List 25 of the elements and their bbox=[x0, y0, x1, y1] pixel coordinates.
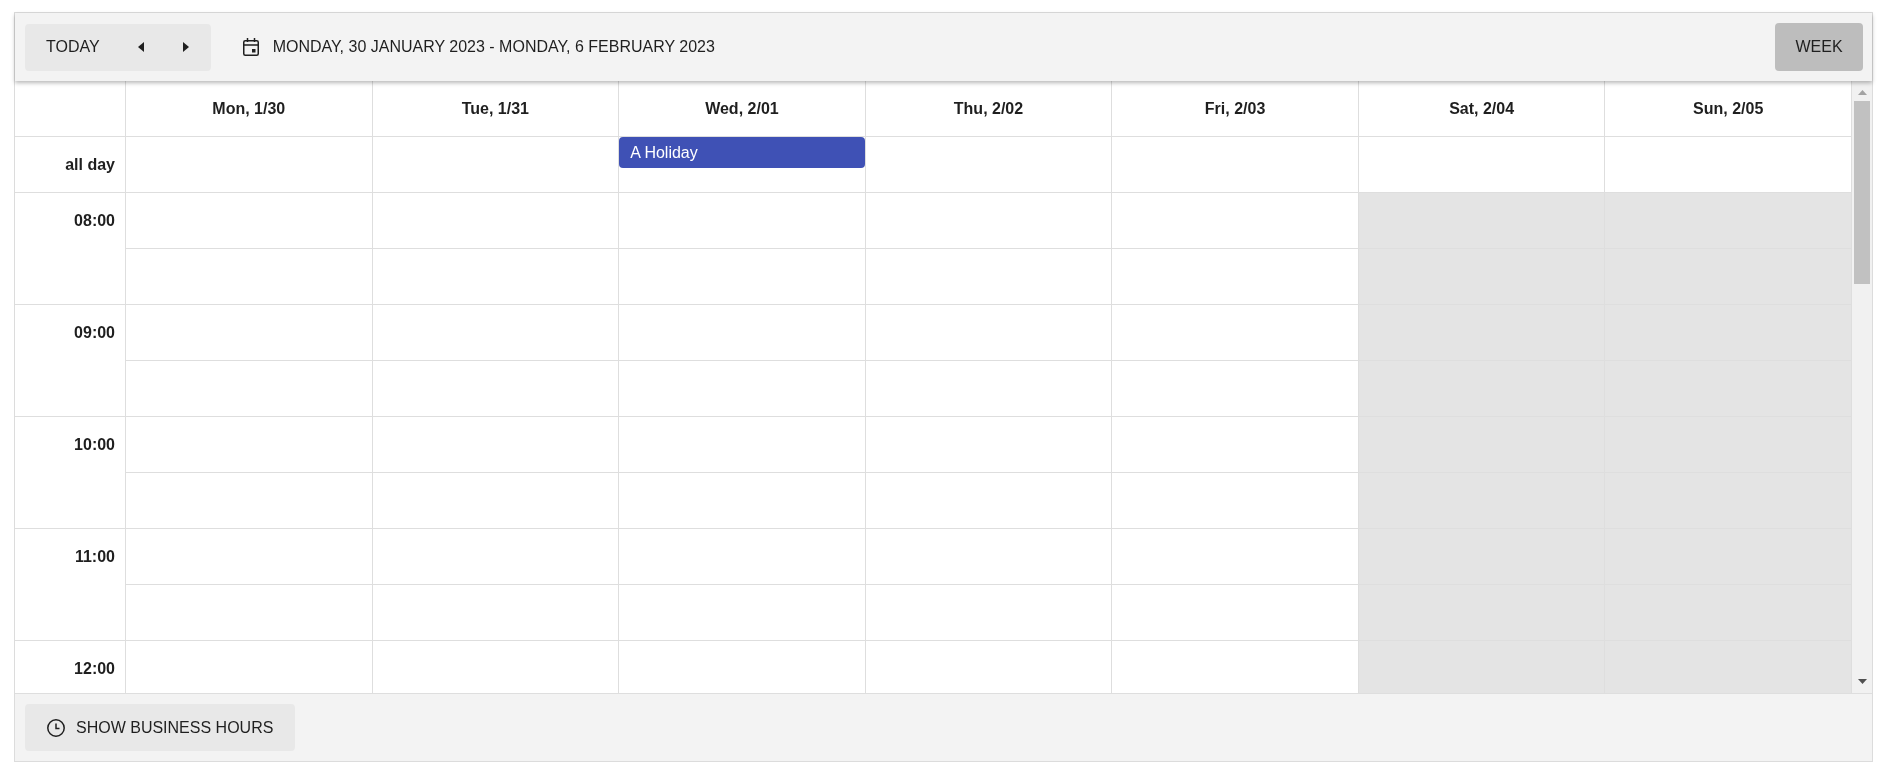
scroll-up-arrow-icon[interactable] bbox=[1857, 90, 1867, 95]
all-day-label: all day bbox=[65, 155, 115, 174]
clock-icon bbox=[47, 718, 65, 737]
time-label: 12:00 bbox=[74, 660, 115, 678]
day-header: Fri, 2/03 bbox=[1112, 81, 1359, 137]
day-header: Mon, 1/30 bbox=[126, 81, 373, 137]
event-chip[interactable]: A Holiday bbox=[619, 137, 865, 168]
day-header: Tue, 1/31 bbox=[372, 81, 620, 137]
caret-left-icon bbox=[138, 42, 145, 52]
time-label: 08:00 bbox=[74, 212, 115, 230]
today-button[interactable]: TODAY bbox=[25, 23, 119, 71]
time-label: 10:00 bbox=[74, 436, 115, 454]
day-header: Sat, 2/04 bbox=[1358, 81, 1606, 137]
time-label: 11:00 bbox=[74, 548, 115, 566]
day-header: Thu, 2/02 bbox=[865, 81, 1113, 137]
day-header: Sun, 2/05 bbox=[1605, 81, 1852, 137]
time-label: 09:00 bbox=[74, 324, 115, 342]
caret-right-icon bbox=[183, 42, 190, 52]
week-view-button[interactable]: WEEK bbox=[1775, 23, 1863, 71]
scroll-down-arrow-icon[interactable] bbox=[1857, 679, 1867, 684]
show-business-hours-button[interactable]: SHOW BUSINESS HOURS bbox=[25, 704, 296, 751]
date-range-button[interactable]: MONDAY, 30 JANUARY 2023 - MONDAY, 6 FEBRUARY 2023 bbox=[232, 23, 725, 71]
scrollbar-thumb[interactable] bbox=[1854, 101, 1870, 284]
calendar-icon bbox=[242, 38, 259, 56]
scrollbar-track[interactable] bbox=[1852, 81, 1872, 693]
